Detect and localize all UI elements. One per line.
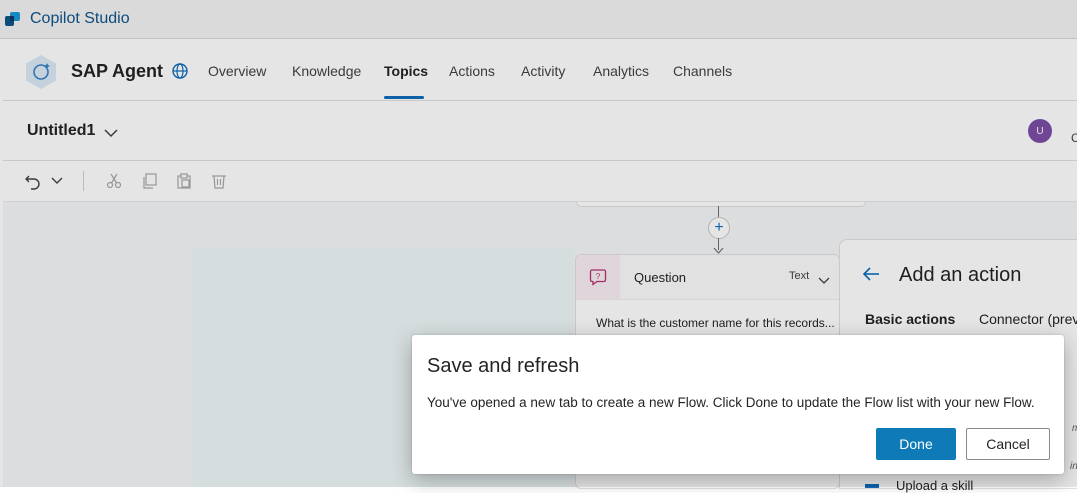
done-button[interactable]: Done — [876, 428, 956, 460]
dialog-title: Save and refresh — [427, 355, 580, 377]
save-refresh-dialog: Save and refresh You've opened a new tab… — [412, 335, 1064, 474]
dialog-message: You've opened a new tab to create a new … — [427, 395, 1035, 410]
cancel-button[interactable]: Cancel — [966, 428, 1050, 460]
